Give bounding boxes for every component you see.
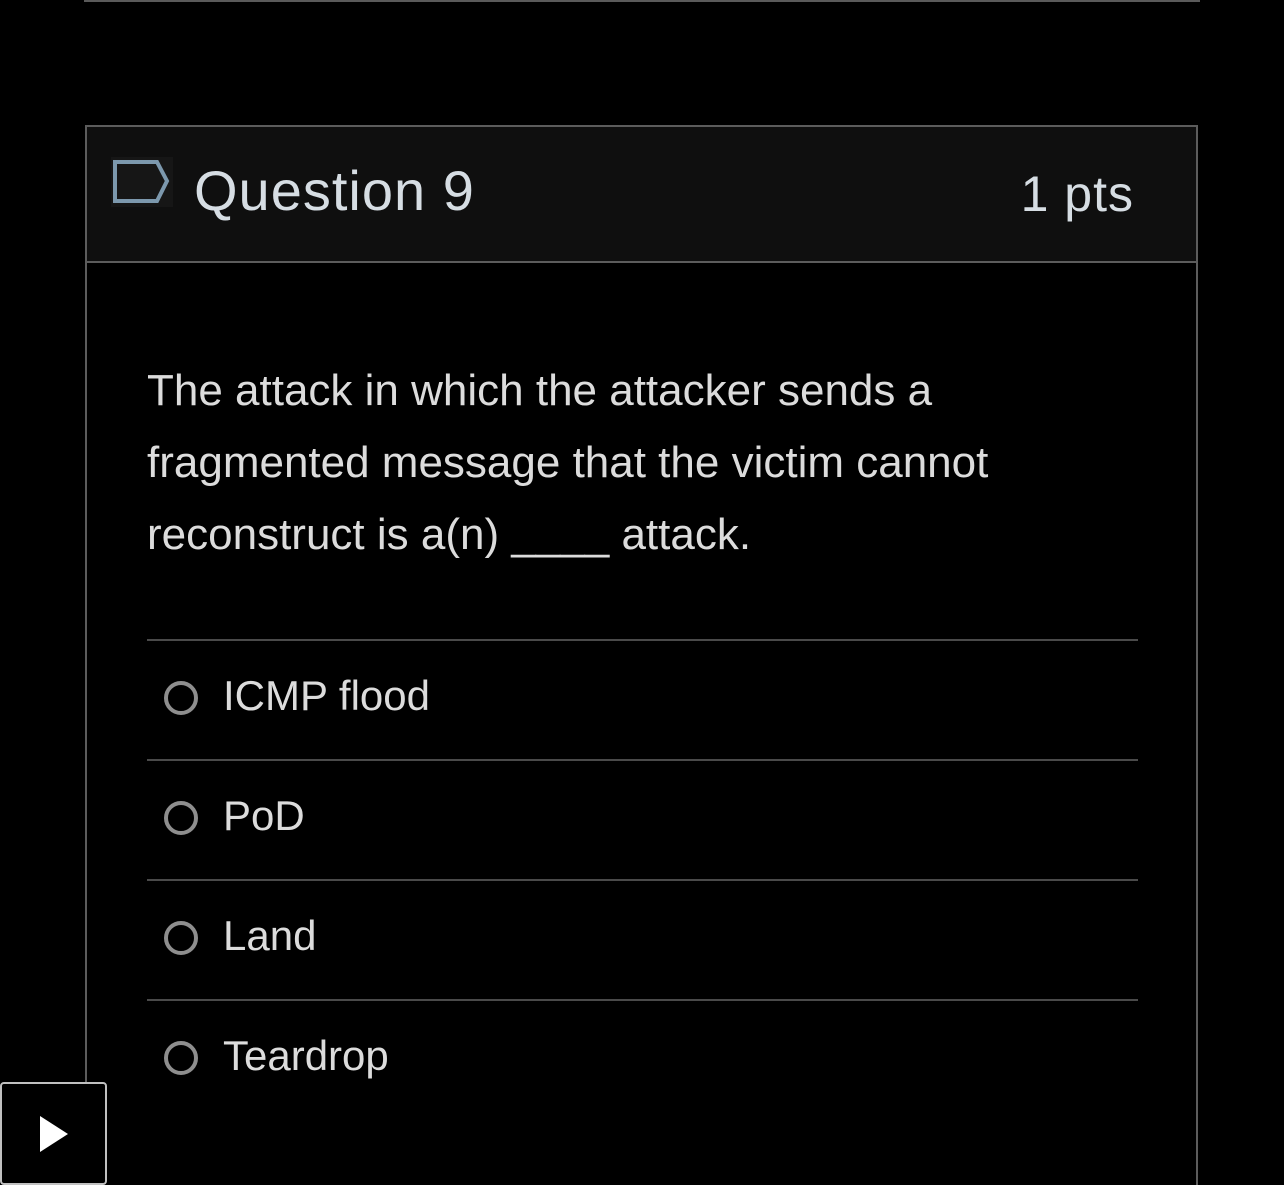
answer-label[interactable]: PoD: [223, 795, 305, 837]
answer-label[interactable]: Land: [223, 915, 316, 957]
question-text: The attack in which the attacker sends a…: [147, 366, 989, 559]
answer-list: ICMP flood PoD Land Teardrop: [147, 639, 1138, 1119]
flag-outline-icon[interactable]: [111, 157, 173, 207]
top-divider: [84, 0, 1200, 2]
answer-label[interactable]: ICMP flood: [223, 675, 430, 717]
page: Question 9 1 pts The attack in which the…: [0, 0, 1284, 1185]
play-button[interactable]: [0, 1082, 107, 1185]
answer-label[interactable]: Teardrop: [223, 1035, 389, 1077]
radio-button[interactable]: [164, 681, 198, 715]
answer-option-pod[interactable]: PoD: [147, 759, 1138, 879]
answer-option-icmp-flood[interactable]: ICMP flood: [147, 639, 1138, 759]
answer-option-teardrop[interactable]: Teardrop: [147, 999, 1138, 1119]
answer-option-land[interactable]: Land: [147, 879, 1138, 999]
radio-button[interactable]: [164, 801, 198, 835]
question-header: Question 9 1 pts: [87, 127, 1196, 263]
question-card: Question 9 1 pts The attack in which the…: [85, 125, 1198, 1185]
question-points: 1 pts: [1020, 166, 1134, 222]
question-title: Question 9: [194, 159, 475, 222]
play-icon: [40, 1116, 68, 1152]
radio-button[interactable]: [164, 1041, 198, 1075]
radio-button[interactable]: [164, 921, 198, 955]
